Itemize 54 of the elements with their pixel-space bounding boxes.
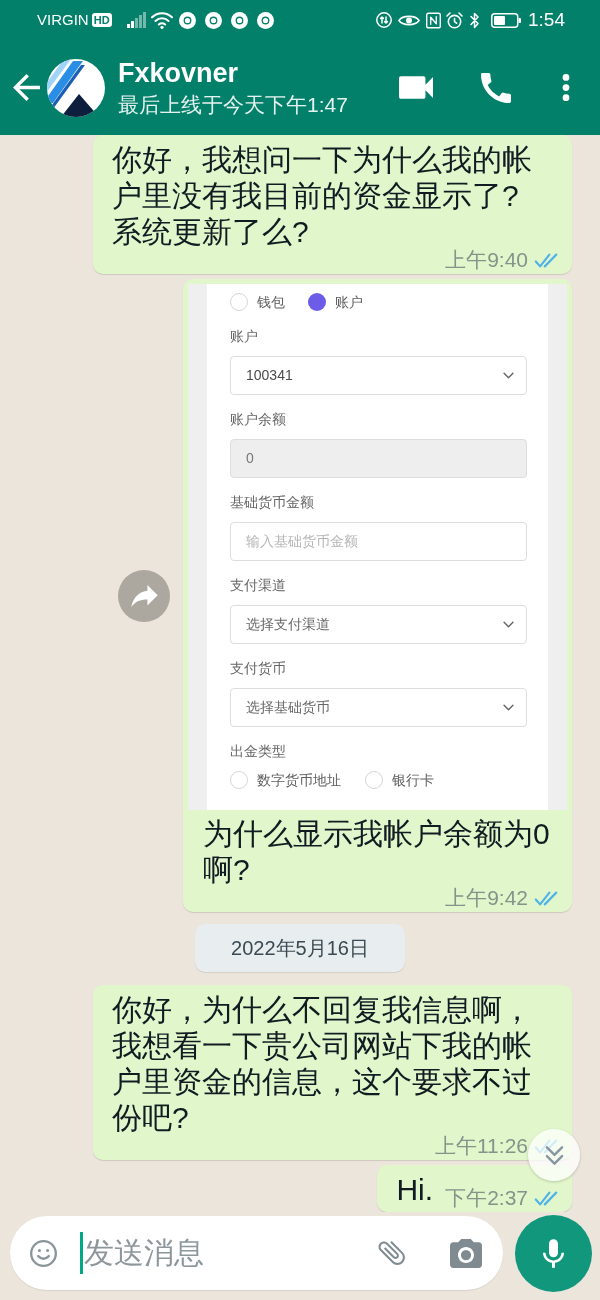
battery-icon: [491, 12, 521, 28]
message-time: 上午9:42: [445, 888, 528, 908]
microphone-icon: [543, 1239, 564, 1268]
last-seen-status: 最后上线于今天下午1:47: [118, 91, 348, 118]
network-type-badge: HD: [91, 13, 112, 27]
radio-option[interactable]: 数字货币地址: [230, 770, 341, 790]
message-text: Hi.: [396, 1172, 434, 1208]
message-text: 你好，我想问一下为什么我的帐户里没有我目前的资金显示了?系统更新了么?: [112, 142, 533, 249]
forward-arrow-icon: [130, 584, 158, 607]
chevron-down-icon: [503, 704, 514, 711]
forward-button[interactable]: [118, 569, 170, 622]
double-chevron-down-icon: [544, 1144, 564, 1166]
app-notification-icon: [230, 11, 248, 29]
camera-icon[interactable]: [450, 1238, 482, 1268]
dropdown-select[interactable]: 100341: [230, 356, 527, 395]
nfc-icon: [426, 11, 441, 29]
message-time: 上午11:26: [435, 1136, 528, 1156]
radio-option[interactable]: 账户: [308, 292, 363, 312]
carrier-name: VIRGIN: [37, 11, 89, 29]
message-text: 你好，为什么不回复我信息啊，我想看一下贵公司网站下我的帐户里资金的信息，这个要求不过份吧?: [112, 992, 533, 1135]
emoji-icon[interactable]: [30, 1239, 57, 1267]
contact-name[interactable]: Fxkovner: [118, 57, 348, 88]
clock-time: 1:54: [528, 9, 565, 31]
field-label: 账户余额: [230, 410, 287, 429]
message-time: 下午2:37: [445, 1188, 528, 1208]
field-label: 支付渠道: [230, 576, 287, 595]
dropdown-select[interactable]: 选择基础货币: [230, 688, 527, 727]
app-notification-icon: [256, 11, 274, 29]
chevron-down-icon: [503, 621, 514, 628]
text-cursor-icon: [80, 1232, 83, 1274]
alarm-clock-icon: [446, 11, 463, 29]
chevron-down-icon: [503, 372, 514, 379]
app-notification-icon: [178, 11, 196, 29]
wifi-icon: [150, 11, 173, 29]
avatar-logo[interactable]: [47, 58, 105, 117]
eye-icon: [398, 14, 420, 26]
field-label: 出金类型: [230, 742, 287, 761]
field-label: 账户: [230, 327, 259, 346]
field-label: 基础货币金额: [230, 493, 315, 512]
dropdown-select[interactable]: 选择支付渠道: [230, 605, 527, 644]
app-notification-icon: [204, 11, 222, 29]
date-chip: 2022年5月16日: [195, 924, 405, 972]
phone-call-icon[interactable]: [481, 72, 511, 103]
bluetooth-icon: [470, 11, 480, 29]
radio-option[interactable]: 银行卡: [365, 770, 434, 790]
data-saver-icon: [376, 12, 392, 28]
message-time: 上午9:40: [445, 250, 528, 270]
signal-bars-icon: [126, 12, 146, 28]
radio-option[interactable]: 钱包: [230, 292, 285, 312]
back-arrow-icon[interactable]: [13, 74, 40, 101]
video-call-icon[interactable]: [399, 76, 433, 99]
menu-icon[interactable]: [562, 74, 570, 101]
field-label: 支付货币: [230, 659, 287, 678]
image-caption: 为什么显示我帐户余额为0啊?: [203, 816, 551, 887]
